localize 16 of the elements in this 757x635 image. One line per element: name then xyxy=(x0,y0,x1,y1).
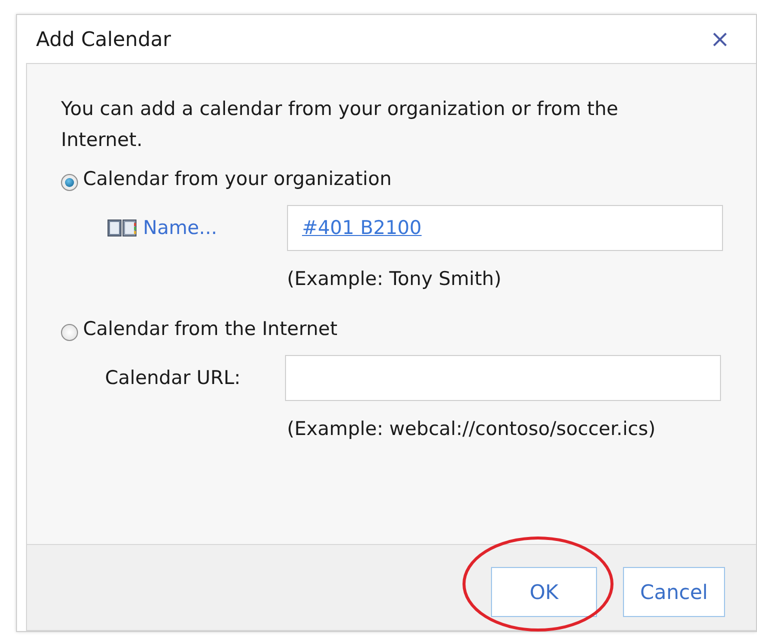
address-book-icon xyxy=(107,218,137,238)
cancel-button[interactable]: Cancel xyxy=(623,566,725,616)
name-field[interactable]: #401 B2100 xyxy=(287,205,723,251)
intro-text: You can add a calendar from your organization or from the Internet. xyxy=(61,97,620,153)
close-icon[interactable]: × xyxy=(710,25,730,53)
name-link[interactable]: Name... xyxy=(143,217,218,239)
ok-button[interactable]: OK xyxy=(491,566,597,616)
radio-label: Calendar from your organization xyxy=(83,168,392,190)
example-hint: (Example: Tony Smith) xyxy=(287,268,502,290)
url-field[interactable] xyxy=(285,355,721,401)
radio-label: Calendar from the Internet xyxy=(83,318,338,340)
radio-button[interactable] xyxy=(61,174,78,190)
dialog-title: Add Calendar xyxy=(36,27,172,51)
example-hint: (Example: webcal://contoso/soccer.ics) xyxy=(287,418,657,440)
radio-button[interactable] xyxy=(61,324,78,340)
field-label: Calendar URL: xyxy=(105,367,241,389)
